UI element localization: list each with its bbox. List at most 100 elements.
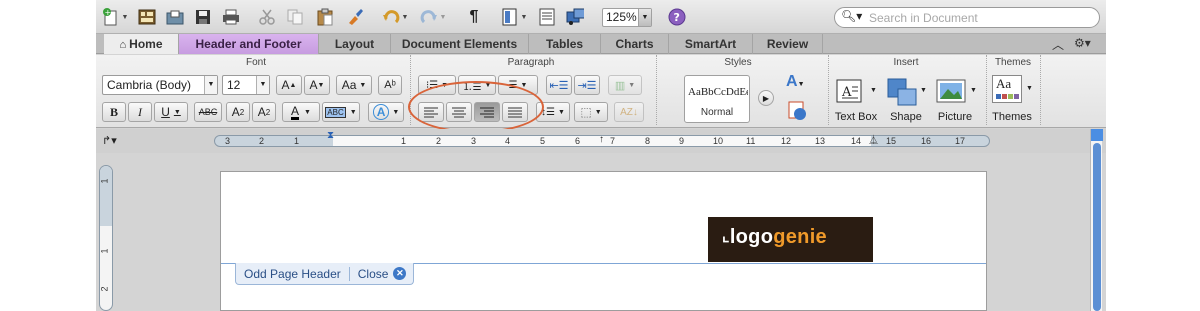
- open-button[interactable]: [164, 6, 186, 28]
- split-handle-icon[interactable]: [1091, 129, 1103, 141]
- vertical-scrollbar[interactable]: [1090, 129, 1103, 311]
- group-divider: [1040, 55, 1041, 125]
- ruler-number: 10: [713, 136, 724, 146]
- group-title-themes: Themes: [994, 57, 1032, 68]
- odd-page-header-label[interactable]: Odd Page Header: [236, 267, 349, 281]
- tab-document-elements[interactable]: Document Elements: [391, 34, 529, 54]
- copy-button[interactable]: [284, 6, 306, 28]
- chevron-down-icon: ▼: [121, 13, 129, 21]
- tab-stop-selector-icon[interactable]: ↱▾: [102, 134, 117, 147]
- svg-text:?: ?: [674, 11, 680, 24]
- font-color-button[interactable]: A ▼: [282, 102, 320, 122]
- tab-tables[interactable]: Tables: [529, 34, 601, 54]
- tab-charts[interactable]: Charts: [601, 34, 669, 54]
- text-box-icon: A: [836, 79, 862, 103]
- theme-icon: Aa: [992, 75, 1022, 103]
- chevron-down-icon[interactable]: ▼: [638, 9, 651, 26]
- search-input[interactable]: 🔍︎▾ Search in Document: [834, 7, 1100, 28]
- tab-stop-marker-icon[interactable]: ↑: [599, 134, 604, 145]
- printer-icon: [222, 8, 240, 26]
- pilcrow-icon: ¶: [469, 8, 479, 25]
- sort-button[interactable]: AZ↓: [614, 102, 644, 122]
- manage-styles-button[interactable]: [788, 101, 808, 124]
- media-browser-button[interactable]: [564, 6, 586, 28]
- styles-next-button[interactable]: ▶: [758, 90, 774, 106]
- subscript-button[interactable]: A2: [252, 102, 276, 122]
- increase-indent-button[interactable]: ⇥☰: [574, 75, 600, 95]
- play-arrow-icon: ▶: [762, 93, 770, 103]
- strikethrough-icon: ABC: [198, 107, 218, 117]
- document-page[interactable]: ⌞logogenie Odd Page Header Close ✕: [220, 171, 987, 311]
- change-case-button[interactable]: Aa ▼: [336, 75, 372, 95]
- sidebar-icon: [538, 8, 556, 26]
- help-button[interactable]: ?: [666, 6, 688, 28]
- font-size-select[interactable]: 12 ▼: [222, 75, 270, 95]
- close-icon[interactable]: ✕: [393, 267, 407, 280]
- picture-icon: [936, 79, 966, 103]
- show-formatting-button[interactable]: ¶: [464, 6, 484, 28]
- format-painter-button[interactable]: [344, 6, 366, 28]
- zoom-value: 125%: [606, 10, 637, 24]
- font-name-select[interactable]: Cambria (Body) ▼: [102, 75, 218, 95]
- text-effects-button[interactable]: A ▼: [368, 102, 404, 122]
- tab-home[interactable]: ⌂ Home: [104, 34, 179, 54]
- group-title-font: Font: [245, 57, 266, 68]
- sidebar-button[interactable]: [536, 6, 558, 28]
- themes-button[interactable]: Aa ▼: [992, 75, 1033, 103]
- save-button[interactable]: [192, 6, 214, 28]
- borders-button[interactable]: ⬚ ▼: [574, 102, 608, 122]
- bold-button[interactable]: B: [102, 102, 126, 122]
- tab-review[interactable]: Review: [753, 34, 823, 54]
- decrease-indent-button[interactable]: ⇤☰: [546, 75, 572, 95]
- tab-smartart[interactable]: SmartArt: [669, 34, 753, 54]
- text-styles-button[interactable]: A▼: [786, 73, 805, 91]
- themes-label: Themes: [992, 111, 1032, 123]
- redo-button[interactable]: ▼: [418, 6, 448, 28]
- undo-button[interactable]: ▼: [380, 6, 410, 28]
- chevron-down-icon[interactable]: ▼: [204, 76, 217, 94]
- borders-icon: ⬚: [580, 105, 592, 119]
- picture-button[interactable]: ▼: [936, 77, 977, 108]
- grow-font-button[interactable]: A ▲: [276, 75, 302, 95]
- right-indent-marker-icon[interactable]: ⏅: [869, 133, 878, 146]
- group-divider: [656, 55, 657, 125]
- zoom-select[interactable]: 125% ▼: [602, 8, 652, 27]
- indent-marker-icon[interactable]: ⧗: [327, 130, 334, 141]
- header-tag: Odd Page Header Close ✕: [235, 263, 415, 285]
- cut-button[interactable]: [256, 6, 278, 28]
- collapse-ribbon-icon[interactable]: ︿: [1052, 36, 1064, 53]
- superscript-button[interactable]: A2: [226, 102, 250, 122]
- columns-button[interactable]: ▥ ▼: [608, 75, 642, 95]
- logo-image[interactable]: ⌞logogenie: [708, 217, 873, 262]
- close-header-button[interactable]: Close: [350, 267, 391, 281]
- view-layout-button[interactable]: ▼: [498, 6, 530, 28]
- ruler-number: 13: [815, 136, 826, 146]
- style-gallery-normal[interactable]: AaBbCcDdEe Normal: [684, 75, 750, 123]
- tab-label: Document Elements: [401, 37, 518, 51]
- text-box-button[interactable]: A ▼: [836, 77, 877, 108]
- chevron-down-icon[interactable]: ▼: [256, 76, 269, 94]
- ruler-row: ↱▾ 3 2 1 1 2 3 4 5 6 7 8 9 10 11 12 13 14 15 16 17 ⧗ ⏅ ↑: [96, 129, 1106, 153]
- horizontal-ruler[interactable]: 3 2 1 1 2 3 4 5 6 7 8 9 10 11 12 13 14 15 16 17 ⧗ ⏅ ↑: [214, 130, 990, 147]
- save-icon: [194, 8, 212, 26]
- paintbrush-icon: [346, 8, 364, 26]
- shape-button[interactable]: ▼: [886, 75, 927, 110]
- gear-icon[interactable]: ⚙▾: [1074, 36, 1091, 50]
- new-document-button[interactable]: + ▼: [100, 6, 130, 28]
- highlight-button[interactable]: ABC ▼: [322, 102, 360, 122]
- text-styles-icon: A: [786, 73, 798, 90]
- tab-header-and-footer[interactable]: Header and Footer: [179, 34, 319, 54]
- ruler-number: 3: [225, 136, 231, 146]
- strikethrough-button[interactable]: ABC: [194, 102, 222, 122]
- scroll-thumb[interactable]: [1093, 143, 1101, 311]
- underline-button[interactable]: U ▼: [154, 102, 188, 122]
- vertical-ruler[interactable]: 1 1 2: [99, 165, 113, 311]
- font-name-value: Cambria (Body): [107, 78, 192, 92]
- italic-button[interactable]: I: [128, 102, 152, 122]
- clear-formatting-button[interactable]: Aᵇ: [378, 75, 402, 95]
- paste-button[interactable]: [314, 6, 336, 28]
- tab-layout[interactable]: Layout: [319, 34, 391, 54]
- print-button[interactable]: [220, 6, 242, 28]
- shrink-font-button[interactable]: A ▼: [304, 75, 330, 95]
- templates-button[interactable]: [136, 6, 158, 28]
